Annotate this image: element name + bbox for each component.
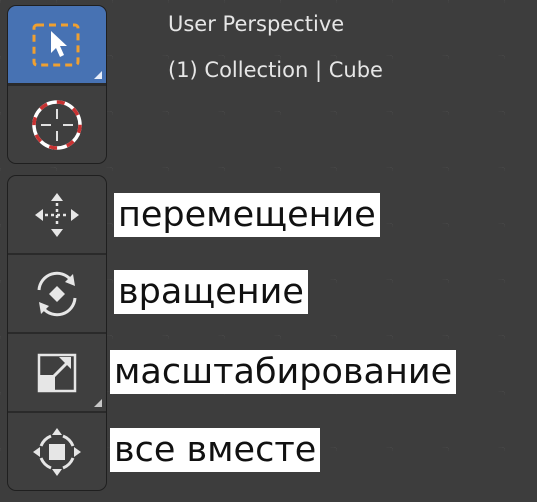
cursor-tool-button[interactable] — [8, 86, 106, 163]
select-box-icon — [32, 23, 80, 66]
viewport-overlay-text: User Perspective (1) Collection | Cube — [168, 12, 383, 82]
rotate-annotation-label: вращение — [114, 270, 308, 314]
toolbar-group-selection — [8, 6, 106, 163]
toolbar-group-transform — [8, 176, 106, 490]
rotate-tool-button[interactable] — [8, 255, 106, 332]
move-tool-button[interactable] — [8, 176, 106, 253]
rotate-icon — [37, 271, 77, 316]
transform-annotation-label: все вместе — [110, 428, 321, 472]
scale-annotation-label: масштабирование — [110, 350, 457, 394]
view-perspective-label: User Perspective — [168, 12, 345, 36]
transform-tool-button[interactable] — [8, 413, 106, 490]
collection-info-label: (1) Collection | Cube — [168, 58, 383, 82]
tool-options-indicator — [94, 399, 102, 407]
move-arrows-icon — [35, 192, 79, 237]
transform-icon — [33, 427, 81, 476]
tool-options-indicator — [94, 71, 102, 79]
select-box-tool-button[interactable] — [8, 6, 106, 83]
scale-icon — [37, 353, 77, 392]
move-annotation-label: перемещение — [114, 193, 380, 237]
scale-tool-button[interactable] — [8, 334, 106, 411]
3d-cursor-icon — [32, 99, 82, 150]
